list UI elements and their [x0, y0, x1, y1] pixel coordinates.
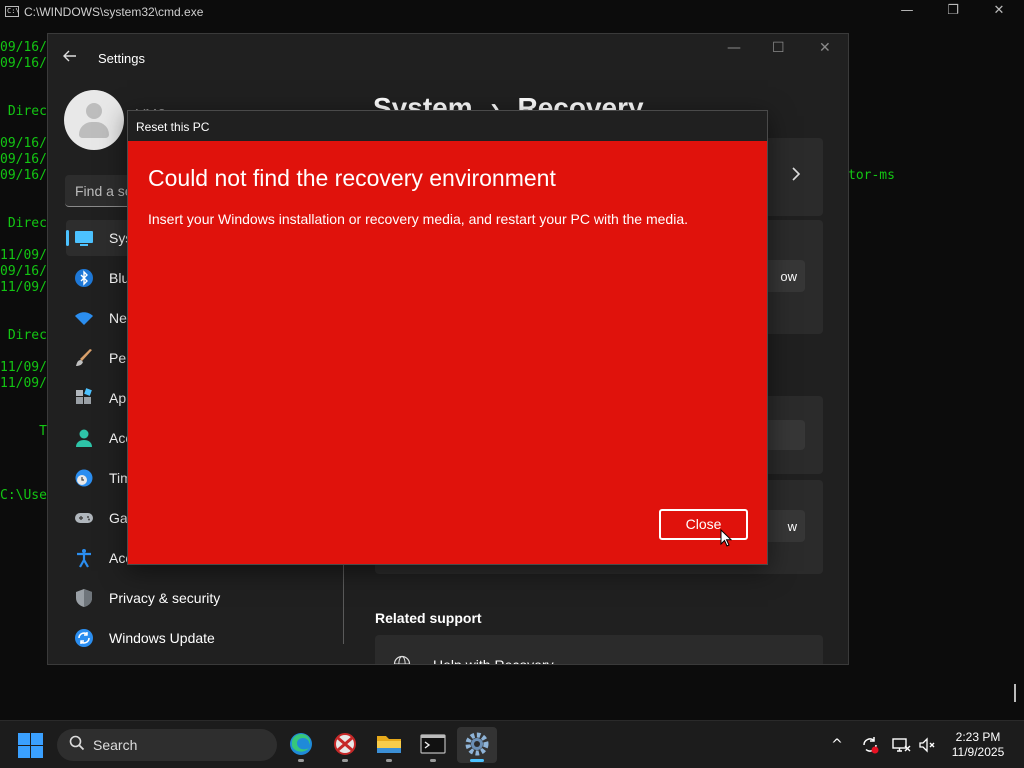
sync-alert-icon[interactable]: [860, 735, 880, 755]
settings-title: Settings: [98, 51, 145, 66]
app-red-icon[interactable]: [325, 727, 365, 763]
accessibility-icon: [74, 548, 94, 568]
cmd-output-line: 09/16/: [0, 40, 47, 55]
cmd-close-button[interactable]: ✕: [976, 0, 1022, 24]
avatar[interactable]: [64, 90, 124, 150]
sidebar-item[interactable]: Windows Update: [66, 620, 336, 656]
taskbar-search-input[interactable]: Search: [57, 729, 277, 761]
cmd-output-line: T: [0, 424, 47, 439]
taskbar-running-indicator: [430, 759, 436, 762]
edge-icon[interactable]: [281, 727, 321, 763]
reset-pc-dialog: Reset this PC Could not find the recover…: [127, 110, 768, 565]
cmd-output-line: Direc: [0, 104, 47, 119]
chevron-right-icon: [791, 167, 801, 186]
taskbar-running-indicator: [470, 759, 484, 762]
network-icon[interactable]: [891, 735, 911, 755]
dialog-message: Insert your Windows installation or reco…: [148, 211, 689, 227]
cmd-output-line: C:\Use: [0, 488, 47, 503]
globe-icon: [393, 655, 411, 664]
volume-muted-icon[interactable]: [917, 735, 937, 755]
sidebar-item-label: Privacy & security: [109, 590, 221, 606]
taskbar: Search ^ 2:23 PM 11/9/2025: [0, 720, 1024, 768]
system-icon: [74, 228, 94, 248]
sidebar-item[interactable]: Privacy & security: [66, 580, 336, 616]
settings-gear-icon[interactable]: [457, 727, 497, 763]
related-support-heading: Related support: [375, 610, 482, 626]
taskbar-running-indicator: [342, 759, 348, 762]
bluetooth-icon: [74, 268, 94, 288]
cmd-maximize-button[interactable]: ❐: [930, 0, 976, 24]
apps-icon: [74, 388, 94, 408]
update-icon: [74, 628, 94, 648]
cmd-output-line: 09/16/: [0, 264, 47, 279]
cmd-output-line: Direc: [0, 216, 47, 231]
sidebar-item-label: Windows Update: [109, 630, 215, 646]
cmd-app-icon: C:\: [5, 6, 20, 17]
cmd-output-line: 09/16/: [0, 152, 47, 167]
cmd-titlebar[interactable]: C:\ C:\WINDOWS\system32\cmd.exe — ❐ ✕: [0, 0, 1024, 24]
wifi-icon: [74, 308, 94, 328]
settings-close-button[interactable]: ✕: [819, 40, 831, 56]
search-label: Search: [93, 737, 138, 753]
cmd-minimize-button[interactable]: —: [884, 0, 930, 24]
cmd-window-title: C:\WINDOWS\system32\cmd.exe: [24, 5, 204, 19]
cmd-output-line: 11/09/: [0, 360, 47, 375]
close-button[interactable]: Close: [659, 509, 748, 540]
dialog-titlebar[interactable]: Reset this PC: [128, 111, 767, 141]
cmd-output-line: 09/16/: [0, 136, 47, 151]
account-icon: [74, 428, 94, 448]
taskbar-clock[interactable]: 2:23 PM 11/9/2025: [944, 730, 1012, 760]
cmd-output-line: 11/09/: [0, 376, 47, 391]
windows-start-icon[interactable]: [18, 733, 44, 759]
cmd-output-line: 11/09/: [0, 248, 47, 263]
clock-time: 2:23 PM: [955, 730, 1001, 744]
mouse-cursor-icon: [720, 528, 733, 552]
cmd-scrollbar[interactable]: [1014, 684, 1016, 702]
back-arrow-icon[interactable]: [62, 48, 78, 69]
shield-icon: [74, 588, 94, 608]
settings-maximize-button[interactable]: ☐: [772, 40, 785, 56]
cmd-output-line: 09/16/: [0, 56, 47, 71]
terminal-icon[interactable]: [413, 727, 453, 763]
taskbar-running-indicator: [298, 759, 304, 762]
clock-globe-icon: [74, 468, 94, 488]
help-card[interactable]: Help with Recovery: [375, 635, 823, 665]
search-icon: [69, 735, 85, 751]
help-item-label: Help with Recovery: [433, 657, 554, 665]
file-explorer-icon[interactable]: [369, 727, 409, 763]
dialog-title: Reset this PC: [136, 120, 210, 134]
settings-minimize-button[interactable]: —: [727, 40, 741, 56]
tray-overflow-chevron-icon[interactable]: ^: [827, 735, 847, 755]
nav-divider: [343, 554, 344, 644]
cmd-output-fragment: tor-ms: [848, 168, 895, 183]
gamepad-icon: [74, 508, 94, 528]
cmd-output-line: 09/16/: [0, 168, 47, 183]
clock-date: 11/9/2025: [951, 745, 1005, 759]
taskbar-running-indicator: [386, 759, 392, 762]
dialog-heading: Could not find the recovery environment: [148, 165, 556, 191]
cmd-output-line: 11/09/: [0, 280, 47, 295]
brush-icon: [74, 348, 94, 368]
cmd-output-line: Direc: [0, 328, 47, 343]
